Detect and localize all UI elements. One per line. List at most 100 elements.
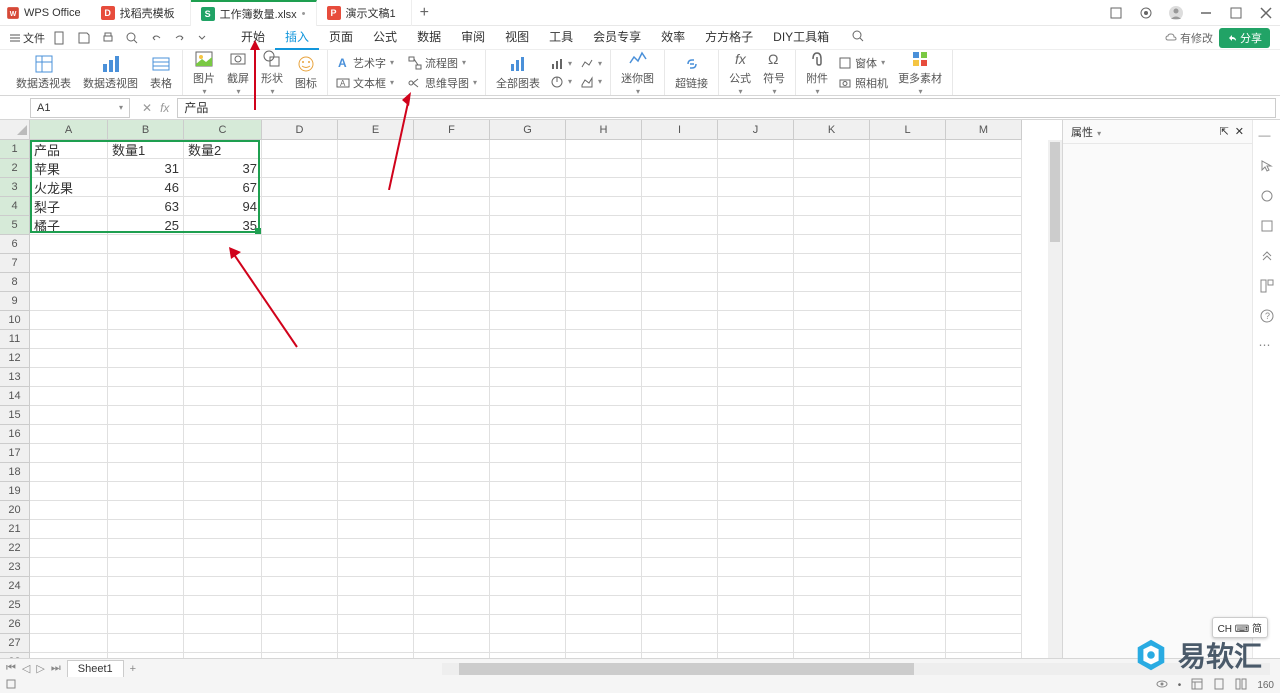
qat-print-icon[interactable] [101,31,115,45]
cell[interactable] [108,539,184,558]
cell[interactable]: 梨子 [30,197,108,216]
column-header[interactable]: D [262,120,338,140]
cell[interactable] [566,577,642,596]
document-tab[interactable]: D找稻壳模板 [91,0,191,26]
menu-tab-2[interactable]: 页面 [319,25,363,50]
sidebar-help-icon[interactable]: ? [1259,308,1275,324]
row-header[interactable]: 24 [0,577,30,596]
cell[interactable] [642,596,718,615]
cell[interactable] [338,577,414,596]
cell[interactable] [262,330,338,349]
cell[interactable] [490,330,566,349]
cell[interactable] [794,178,870,197]
cell[interactable] [108,463,184,482]
cell[interactable] [718,387,794,406]
cell[interactable] [262,197,338,216]
cell[interactable] [642,159,718,178]
cell[interactable] [946,463,1022,482]
cell[interactable] [718,235,794,254]
cell[interactable] [946,406,1022,425]
cell[interactable] [338,178,414,197]
cell[interactable] [794,406,870,425]
search-icon[interactable] [841,29,875,46]
cell[interactable] [108,292,184,311]
cell[interactable] [262,178,338,197]
cell[interactable] [870,178,946,197]
cell[interactable] [490,140,566,159]
cell[interactable] [870,254,946,273]
wordart-button[interactable]: A艺术字▾ [332,54,398,72]
cell[interactable] [490,596,566,615]
cell[interactable] [338,216,414,235]
cell[interactable] [718,520,794,539]
cell[interactable] [262,653,338,658]
cell[interactable] [794,216,870,235]
cell[interactable] [946,653,1022,658]
cell[interactable] [262,349,338,368]
cell[interactable] [414,387,490,406]
cell[interactable] [642,235,718,254]
cell[interactable] [338,444,414,463]
cell[interactable] [184,425,262,444]
cell[interactable] [490,463,566,482]
vertical-scrollbar[interactable] [1048,140,1062,658]
cell[interactable] [566,216,642,235]
row-header[interactable]: 4 [0,197,30,216]
cell[interactable] [870,463,946,482]
cell[interactable] [414,140,490,159]
screenshot-button[interactable]: 截屏▾ [221,50,255,95]
cell[interactable] [946,368,1022,387]
cell[interactable] [30,615,108,634]
cell[interactable] [718,159,794,178]
more-elements-button[interactable]: 更多素材▾ [892,50,948,95]
cell[interactable] [414,520,490,539]
cell[interactable] [338,596,414,615]
cell[interactable] [870,615,946,634]
sidebar-settings-icon[interactable] [1259,218,1275,234]
cell[interactable] [946,501,1022,520]
cell[interactable] [566,501,642,520]
symbol-button[interactable]: Ω符号▾ [757,50,791,95]
cell[interactable] [338,463,414,482]
cell[interactable] [30,596,108,615]
window-restore-icon[interactable] [1108,5,1124,21]
window-minimize-button[interactable] [1198,5,1214,21]
cell[interactable]: 火龙果 [30,178,108,197]
cell[interactable] [642,330,718,349]
cell[interactable] [642,197,718,216]
pivot-table-button[interactable]: 数据透视表 [10,50,77,95]
cell[interactable] [642,140,718,159]
panel-close-icon[interactable]: ✕ [1235,125,1244,138]
cell[interactable] [108,273,184,292]
cell[interactable] [414,653,490,658]
cell[interactable] [718,368,794,387]
cell[interactable] [642,577,718,596]
file-menu[interactable]: 文件 [10,30,45,46]
cell[interactable] [718,425,794,444]
cell[interactable] [262,558,338,577]
cell[interactable] [414,159,490,178]
cell[interactable] [414,482,490,501]
row-header[interactable]: 22 [0,539,30,558]
cell[interactable] [794,463,870,482]
row-header[interactable]: 15 [0,406,30,425]
icons-button[interactable]: 图标 [289,50,323,95]
cell[interactable] [184,463,262,482]
cell[interactable] [642,520,718,539]
cell[interactable] [566,634,642,653]
cell[interactable] [794,292,870,311]
cell[interactable] [490,444,566,463]
sheet-add-button[interactable]: + [124,663,142,675]
select-all-corner[interactable] [0,120,30,140]
qat-redo-icon[interactable] [173,31,187,45]
row-header[interactable]: 17 [0,444,30,463]
cell[interactable] [338,653,414,658]
cell[interactable] [490,653,566,658]
cell[interactable]: 46 [108,178,184,197]
cell[interactable] [184,596,262,615]
cell[interactable] [794,140,870,159]
cell[interactable]: 橘子 [30,216,108,235]
cell[interactable] [414,197,490,216]
cell[interactable] [108,311,184,330]
cell[interactable] [30,292,108,311]
